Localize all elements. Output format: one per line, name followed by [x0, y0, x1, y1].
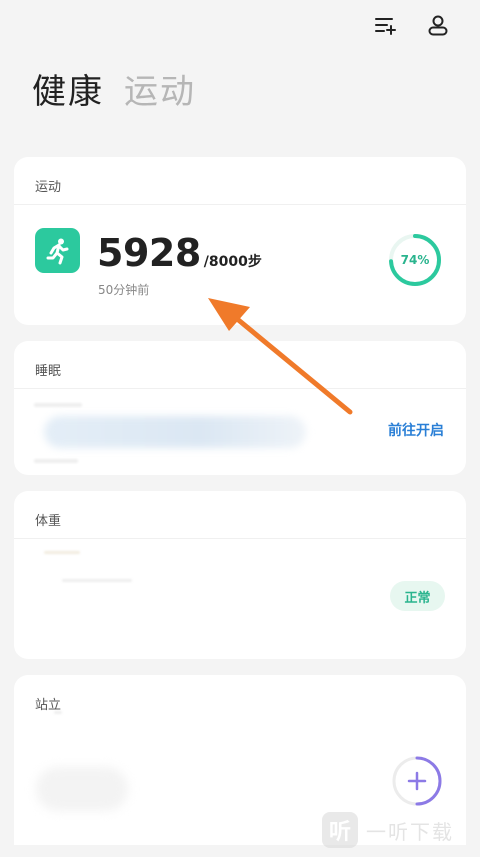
blurred-placeholder	[34, 459, 78, 463]
plus-icon[interactable]	[391, 755, 443, 807]
weight-card[interactable]: 体重 正常	[14, 491, 466, 659]
tab-health[interactable]: 健康	[32, 64, 104, 113]
weight-card-title: 体重	[35, 514, 62, 529]
watermark-text: 一听下载	[366, 819, 454, 844]
blurred-placeholder	[62, 579, 132, 582]
divider	[14, 204, 466, 205]
steps-progress-ring: 74%	[387, 232, 443, 288]
running-icon	[35, 228, 80, 273]
divider	[14, 388, 466, 389]
steps-goal: /8000步	[203, 254, 262, 270]
divider	[14, 538, 466, 539]
watermark: 听 一听下载	[322, 812, 454, 848]
steps-progress-label: 74%	[400, 253, 430, 267]
top-bar	[0, 0, 480, 52]
header-tabs: 健康 运动	[32, 64, 196, 113]
blurred-sleep-chart	[44, 416, 306, 448]
steps-updated-time: 50分钟前	[98, 283, 150, 297]
steps-value: 5928	[97, 231, 201, 275]
blurred-placeholder	[54, 711, 62, 714]
blurred-placeholder	[34, 403, 82, 407]
watermark-logo: 听	[322, 812, 358, 848]
sleep-card[interactable]: 睡眠 前往开启	[14, 341, 466, 475]
add-list-icon[interactable]	[372, 12, 398, 38]
steps-display: 5928 /8000步	[97, 231, 262, 275]
sleep-enable-link[interactable]: 前往开启	[388, 420, 444, 440]
exercise-card[interactable]: 运动 5928 /8000步 50分钟前 74%	[14, 157, 466, 325]
exercise-card-title: 运动	[35, 180, 62, 195]
user-icon[interactable]	[425, 12, 451, 38]
weight-status-badge: 正常	[390, 581, 445, 611]
tab-exercise[interactable]: 运动	[124, 64, 196, 113]
blurred-standing-chart	[36, 767, 128, 811]
blurred-placeholder	[44, 551, 80, 554]
sleep-card-title: 睡眠	[35, 364, 62, 379]
